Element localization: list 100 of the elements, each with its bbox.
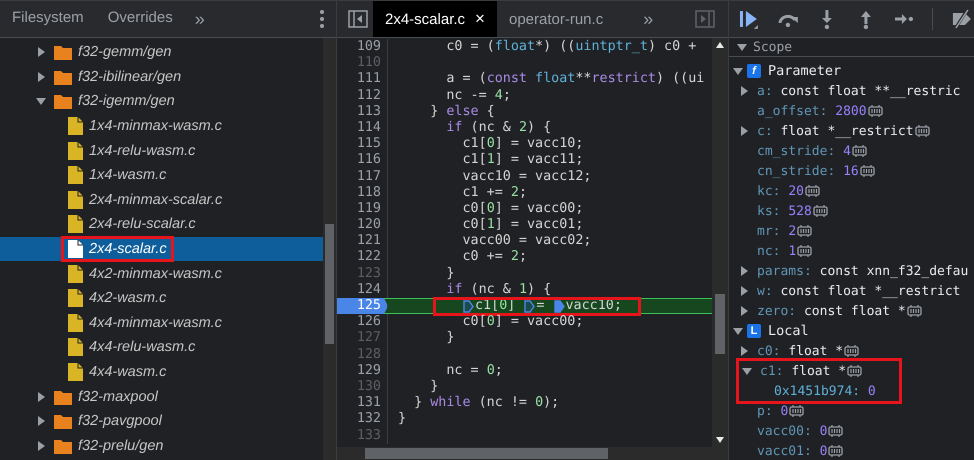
tree-item[interactable]: 2x4-relu-scalar.c <box>0 212 323 237</box>
scrollbar[interactable] <box>323 38 336 460</box>
expand-arrow-icon[interactable] <box>36 392 46 402</box>
editor-tab[interactable]: operator-run.c <box>496 1 616 37</box>
expand-arrow-icon[interactable] <box>36 72 46 82</box>
collapse-arrow-icon[interactable] <box>36 96 46 106</box>
expand-arrow-icon[interactable] <box>36 47 46 58</box>
memory-icon[interactable] <box>812 205 828 217</box>
expand-arrow-icon[interactable] <box>36 416 46 426</box>
section-title[interactable]: Scope <box>753 40 792 54</box>
scope-variable[interactable]: p: 0 <box>757 404 788 418</box>
tree-item[interactable]: 4x4-minmax-wasm.c <box>0 310 323 336</box>
scope-variable[interactable]: c1: float * <box>760 364 846 378</box>
scope-variable[interactable]: a: const float **__restric <box>757 84 960 98</box>
scope-group-label[interactable]: Parameter <box>768 63 842 79</box>
memory-icon[interactable] <box>828 425 844 437</box>
toggle-debugger-icon[interactable] <box>694 8 716 30</box>
tree-item[interactable]: 4x4-wasm.c <box>0 360 323 384</box>
inline-marker-icon[interactable] <box>463 300 474 313</box>
scrollbar[interactable] <box>712 38 728 447</box>
collapse-arrow-icon[interactable] <box>733 66 743 76</box>
panel-tab[interactable]: Overrides <box>96 1 185 37</box>
scope-variable[interactable]: w: const float *__restrict <box>757 284 960 298</box>
toggle-sidebar-icon[interactable] <box>347 8 369 30</box>
expand-arrow-icon[interactable] <box>36 440 46 451</box>
expand-arrow-icon[interactable] <box>739 126 749 136</box>
expand-arrow-icon[interactable] <box>739 346 749 356</box>
scrollbar-thumb[interactable] <box>365 448 608 459</box>
memory-icon[interactable] <box>844 345 860 357</box>
scope-variable[interactable]: a_offset: 2800 <box>757 104 867 118</box>
code-text: vacc00 = vacc02; <box>461 233 592 250</box>
tree-item[interactable]: f32-maxpool <box>0 384 323 409</box>
tree-item[interactable]: f32-gemm/gen <box>0 40 323 65</box>
more-tabs-button[interactable]: » <box>184 8 215 30</box>
tree-item[interactable]: 2x4-minmax-scalar.c <box>0 188 323 212</box>
tree-item[interactable]: f32-ibilinear/gen <box>0 64 323 90</box>
code-text: if (nc & 1) { <box>445 282 552 298</box>
resume-icon[interactable] <box>738 8 760 30</box>
horizontal-scrollbar[interactable] <box>337 447 728 460</box>
tree-item[interactable]: 1x4-relu-wasm.c <box>0 138 323 163</box>
code-text: c1[0] = vacc10; <box>461 136 584 152</box>
file-name: 4x4-relu-wasm.c <box>89 339 196 356</box>
code-text: a = (const float**restrict) ((ui <box>445 71 704 88</box>
panel-tab[interactable]: Filesystem <box>0 1 96 37</box>
scope-group-label[interactable]: Local <box>768 323 809 339</box>
scope-variable[interactable]: c0: float * <box>757 344 844 358</box>
scrollbar-thumb[interactable] <box>325 224 334 344</box>
memory-icon[interactable] <box>868 105 883 117</box>
memory-icon[interactable] <box>847 365 862 377</box>
scroll-up-icon[interactable] <box>716 42 724 48</box>
memory-icon[interactable] <box>828 445 844 457</box>
folder-icon <box>54 413 72 430</box>
inline-marker-icon[interactable] <box>524 300 536 313</box>
more-tabs-button[interactable]: » <box>633 8 664 30</box>
code-text: c1[1] = vacc11; <box>461 152 584 168</box>
file-icon <box>68 314 83 332</box>
collapse-arrow-icon[interactable] <box>733 326 743 336</box>
scope-variable[interactable]: cm_stride: 4 <box>757 144 851 158</box>
tree-item[interactable]: 4x4-relu-wasm.c <box>0 335 323 360</box>
expand-arrow-icon[interactable] <box>739 86 749 96</box>
memory-icon[interactable] <box>852 145 867 157</box>
code-text: c1 += 2; <box>461 184 527 201</box>
tree-item[interactable]: f32-pavgpool <box>0 408 323 434</box>
tree-item[interactable]: 1x4-wasm.c <box>0 162 323 188</box>
scope-variable[interactable]: vacc01: 0 <box>757 444 828 458</box>
code-text: nc -= 4; <box>445 88 511 104</box>
editor-tab[interactable]: 2x4-scalar.c × <box>373 1 497 37</box>
file-icon <box>68 240 83 258</box>
tree-item[interactable]: f32-prelu/gen <box>0 434 323 458</box>
line-number[interactable]: 125 <box>337 298 388 314</box>
more-options-icon[interactable] <box>320 10 324 28</box>
memory-icon[interactable] <box>914 125 930 137</box>
memory-icon[interactable] <box>797 245 812 257</box>
scope-variable[interactable]: nc: 1 <box>757 244 796 258</box>
tree-item[interactable]: 4x2-minmax-wasm.c <box>0 261 323 286</box>
close-tab-button[interactable]: × <box>475 9 485 29</box>
collapse-arrow-icon[interactable] <box>737 42 747 52</box>
memory-icon[interactable] <box>860 165 875 177</box>
scrollbar-thumb[interactable] <box>715 294 725 354</box>
inline-marker-icon[interactable] <box>554 300 564 313</box>
tree-item[interactable]: 1x4-minmax-wasm.c <box>0 114 323 138</box>
scope-variable[interactable]: c: float *__restrict <box>757 124 914 138</box>
scope-variable[interactable]: mr: 2 <box>757 224 796 238</box>
scroll-down-icon[interactable] <box>716 437 724 443</box>
scope-variable[interactable]: cn_stride: 16 <box>757 164 859 178</box>
memory-icon[interactable] <box>797 225 812 237</box>
tree-item[interactable]: 2x4-scalar.c <box>0 236 323 262</box>
memory-icon[interactable] <box>804 185 820 197</box>
scope-badge: f <box>747 64 761 78</box>
scope-variable[interactable]: vacc00: 0 <box>757 424 828 438</box>
tree-item[interactable]: f32-igemm/gen <box>0 89 323 114</box>
code-text: } <box>429 378 438 396</box>
scope-variable[interactable]: params: const xnn_f32_defau <box>757 264 968 278</box>
memory-icon[interactable] <box>789 405 804 417</box>
scope-variable[interactable]: zero: const float * <box>757 304 906 318</box>
collapse-arrow-icon[interactable] <box>742 366 752 376</box>
scope-variable[interactable]: kc: 20 <box>757 184 804 198</box>
scope-variable[interactable]: ks: 528 <box>757 204 812 218</box>
memory-icon[interactable] <box>906 305 922 317</box>
tree-item[interactable]: 4x2-wasm.c <box>0 286 323 311</box>
